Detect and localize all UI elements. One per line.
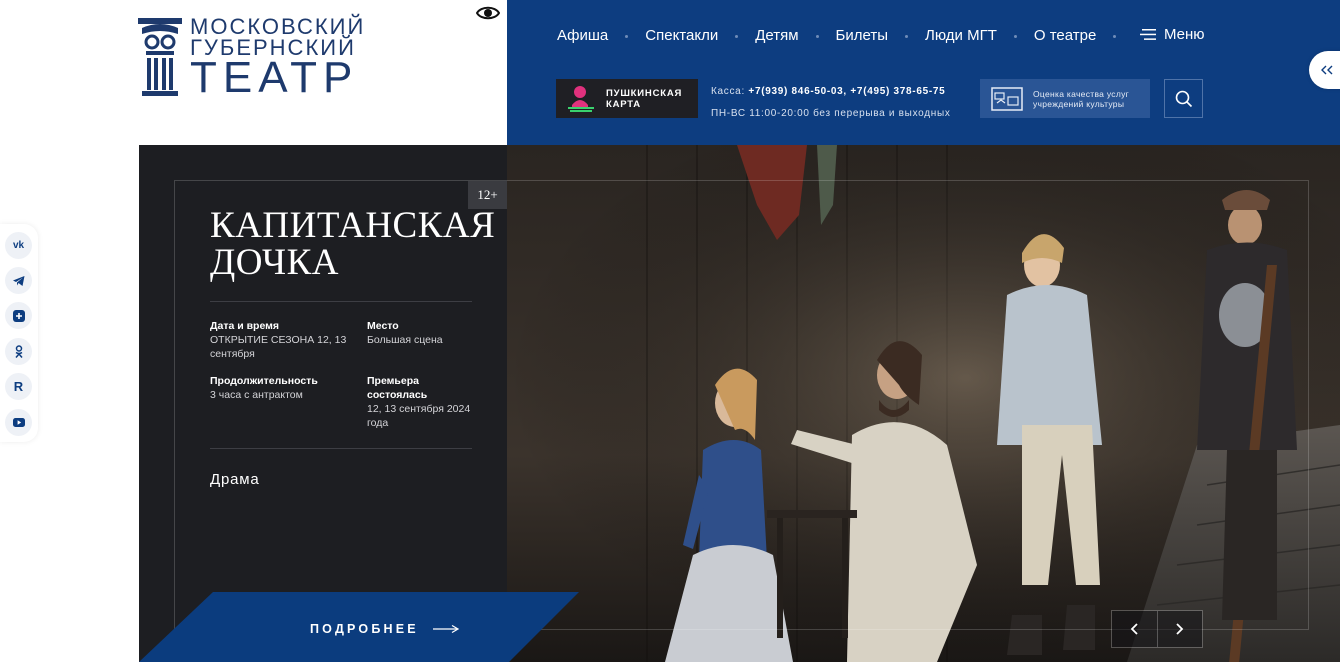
pushkin-card-label: ПУШКИНСКАЯ КАРТА [606,87,683,110]
main-nav: Афиша Спектакли Детям Билеты Люди МГТ О … [557,26,1133,46]
slider-pager [1111,610,1203,648]
place-value: Большая сцена [367,334,443,346]
eye-icon[interactable] [475,4,501,22]
nav-item-people[interactable]: Люди МГТ [925,26,997,46]
nav-item-performances[interactable]: Спектакли [645,26,718,46]
plus-icon[interactable] [5,302,32,329]
date-label: Дата и время [210,320,280,332]
vk-icon[interactable]: vk [5,232,32,259]
chevron-left-icon [1131,623,1139,635]
arrow-right-icon [432,625,459,633]
more-button[interactable]: ПОДРОБНЕЕ [310,622,459,636]
genre-label: Драма [210,471,260,488]
menu-button[interactable]: Меню [1140,26,1205,43]
hero-slider: 12+ КАПИТАНСКАЯ ДОЧКА Дата и время ОТКРЫ… [139,145,1340,662]
nav-separator [735,34,739,38]
nav-item-tickets[interactable]: Билеты [836,26,888,46]
nav-item-about[interactable]: О театре [1034,26,1096,46]
quality-label-line2: учреждений культуры [1033,98,1125,109]
nav-separator [625,34,629,38]
box-office-info: Касса: +7(939) 846-50-03, +7(495) 378-65… [711,81,951,125]
place-label: Место [367,320,399,332]
duration-value: 3 часа с антрактом [210,389,303,401]
nav-separator [1013,34,1017,38]
social-sidebar: vk R [0,224,38,442]
rutube-icon[interactable]: R [5,373,32,400]
prev-slide-button[interactable] [1112,611,1157,647]
divider [210,301,472,302]
date-value: ОТКРЫТИЕ СЕЗОНА 12, 13 сентября [210,334,347,360]
search-button[interactable] [1164,79,1203,118]
nav-item-children[interactable]: Детям [755,26,798,46]
nav-item-afisha[interactable]: Афиша [557,26,608,46]
divider [210,448,472,449]
quality-label-line1: Оценка качества услуг [1033,88,1130,99]
place-info: Место Большая сцена [367,319,477,347]
title-line-1: КАПИТАНСКАЯ [210,205,496,246]
youtube-icon[interactable] [5,409,32,436]
page: МОСКОВСКИЙ ГУБЕРНСКИЙ ТЕАТР Афиша Спекта… [0,0,1340,662]
nav-separator [905,34,909,38]
box-office-phones[interactable]: +7(939) 846-50-03, +7(495) 378-65-75 [748,86,945,97]
performance-photo [507,145,1340,662]
pushkin-card-icon [568,86,594,112]
odnoklassniki-icon[interactable] [5,338,32,365]
more-button-label: ПОДРОБНЕЕ [310,622,419,636]
menu-label: Меню [1164,26,1205,43]
box-office-hours: ПН-ВС 11:00-20:00 без перерыва и выходны… [711,108,951,119]
premiere-value: 12, 13 сентября 2024 года [367,403,471,429]
duration-label: Продолжительность [210,375,318,387]
nav-separator [815,34,819,38]
pushkin-card-button[interactable]: ПУШКИНСКАЯ КАРТА [556,79,698,118]
quality-rating-icon [991,86,1023,111]
date-info: Дата и время ОТКРЫТИЕ СЕЗОНА 12, 13 сент… [210,319,350,361]
premiere-label: Премьера состоялась [367,375,428,401]
search-icon [1175,90,1192,107]
performance-title[interactable]: КАПИТАНСКАЯ ДОЧКА [210,207,500,281]
logo-columns-icon [138,18,182,96]
premiere-info: Премьера состоялась 12, 13 сентября 2024… [367,374,475,430]
collapse-panel-button[interactable] [1309,51,1340,89]
title-line-2: ДОЧКА [210,242,339,283]
double-chevron-left-icon [1321,65,1333,75]
hamburger-icon [1140,29,1156,40]
chevron-right-icon [1176,623,1184,635]
nav-separator [1113,34,1117,38]
quality-rating-button[interactable]: Оценка качества услуг учреждений культур… [980,79,1150,118]
next-slide-button[interactable] [1156,611,1202,647]
theatre-logo[interactable]: МОСКОВСКИЙ ГУБЕРНСКИЙ ТЕАТР [138,16,363,100]
box-office-prefix: Касса: [711,86,745,97]
duration-info: Продолжительность 3 часа с антрактом [210,374,350,402]
telegram-icon[interactable] [5,267,32,294]
logo-line-3: ТЕАТР [190,53,359,102]
header-bar: Афиша Спектакли Детям Билеты Люди МГТ О … [507,0,1340,145]
